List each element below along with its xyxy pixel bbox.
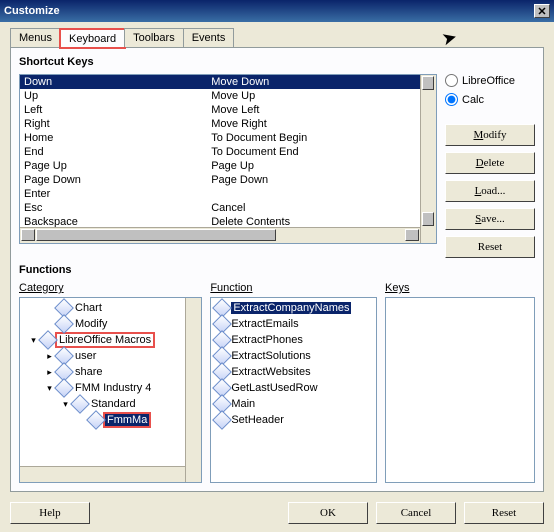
shortcut-row[interactable]: EscCancel [20,201,436,215]
scrollbar-h[interactable] [20,227,420,243]
shortcut-row[interactable]: Page DownPage Down [20,173,436,187]
reset-button[interactable]: Reset [445,236,535,258]
tree-node[interactable]: ▾FMM Industry 4 [20,380,201,396]
tree-node[interactable]: ▸user [20,348,201,364]
function-item[interactable]: ExtractWebsites [211,364,376,380]
macro-icon [212,410,232,430]
module-icon [54,378,74,398]
help-button[interactable]: Help [10,502,90,524]
function-label: Function [210,282,377,294]
function-item[interactable]: ExtractPhones [211,332,376,348]
window-title: Customize [4,5,60,17]
function-item[interactable]: GetLastUsedRow [211,380,376,396]
load-button[interactable]: Load... [445,180,535,202]
functions-label: Functions [19,264,535,276]
shortcut-row[interactable]: DeleteClear Contents [20,243,436,244]
tab-keyboard[interactable]: Keyboard [60,29,125,48]
tree-node[interactable]: FmmMa [20,412,201,428]
shortcut-list[interactable]: DownMove DownUpMove UpLeftMove LeftRight… [19,74,437,244]
tab-events[interactable]: Events [183,28,235,47]
function-item[interactable]: ExtractCompanyNames [211,300,376,316]
radio-calc[interactable]: Calc [445,93,535,106]
title-bar: Customize ✕ [0,0,554,22]
keys-label: Keys [385,282,535,294]
module-icon [70,394,90,414]
module-icon [54,314,74,334]
function-item[interactable]: ExtractSolutions [211,348,376,364]
reset-bottom-button[interactable]: Reset [464,502,544,524]
radio-libreoffice[interactable]: LibreOffice [445,74,535,87]
scrollbar-v[interactable] [185,298,201,482]
module-icon [86,410,106,430]
function-item[interactable]: Main [211,396,376,412]
shortcut-row[interactable]: EndTo Document End [20,145,436,159]
function-item[interactable]: ExtractEmails [211,316,376,332]
tab-bar: Menus Keyboard Toolbars Events [10,28,544,48]
shortcut-row[interactable]: LeftMove Left [20,103,436,117]
tab-toolbars[interactable]: Toolbars [124,28,184,47]
shortcut-row[interactable]: Enter [20,187,436,201]
tree-node[interactable]: ▾Standard [20,396,201,412]
delete-button[interactable]: Delete [445,152,535,174]
keys-list[interactable] [385,297,535,483]
category-tree[interactable]: ChartModify▾LibreOffice Macros▸user▸shar… [19,297,202,483]
category-label: Category [19,282,202,294]
modify-button[interactable]: Modify [445,124,535,146]
tree-node[interactable]: Chart [20,300,201,316]
shortcut-keys-label: Shortcut Keys [19,56,535,68]
ok-button[interactable]: OK [288,502,368,524]
tab-menus[interactable]: Menus [10,28,61,47]
function-list[interactable]: ExtractCompanyNamesExtractEmailsExtractP… [210,297,377,483]
scrollbar-v[interactable] [420,75,436,243]
scrollbar-h[interactable] [20,466,185,482]
shortcut-row[interactable]: UpMove Up [20,89,436,103]
tree-node[interactable]: ▾LibreOffice Macros [20,332,201,348]
close-button[interactable]: ✕ [534,4,550,18]
tree-node[interactable]: ▸share [20,364,201,380]
shortcut-row[interactable]: Page UpPage Up [20,159,436,173]
module-icon [38,330,58,350]
save-button[interactable]: Save... [445,208,535,230]
cancel-button[interactable]: Cancel [376,502,456,524]
shortcut-row[interactable]: RightMove Right [20,117,436,131]
function-item[interactable]: SetHeader [211,412,376,428]
shortcut-row[interactable]: DownMove Down [20,75,436,89]
shortcut-row[interactable]: HomeTo Document Begin [20,131,436,145]
